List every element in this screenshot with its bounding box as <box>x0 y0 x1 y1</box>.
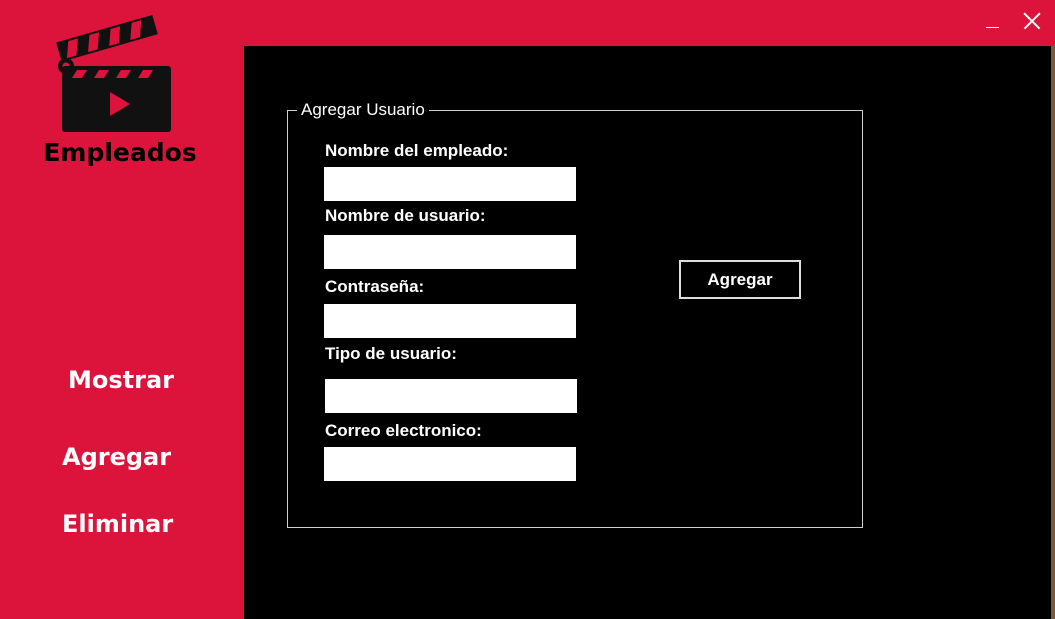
window-controls <box>983 10 1043 32</box>
username-input[interactable] <box>324 235 576 269</box>
groupbox-title: Agregar Usuario <box>297 100 429 120</box>
nav-agregar[interactable]: Agregar <box>62 443 171 471</box>
app-title: Empleados <box>43 138 197 167</box>
sidebar: Empleados Mostrar Agregar Eliminar <box>0 0 244 619</box>
add-button[interactable]: Agregar <box>679 260 801 299</box>
nav-eliminar[interactable]: Eliminar <box>62 510 173 538</box>
nav-mostrar[interactable]: Mostrar <box>68 366 174 394</box>
username-label: Nombre de usuario: <box>325 206 486 225</box>
minimize-icon[interactable] <box>983 10 1005 32</box>
user-type-label: Tipo de usuario: <box>325 344 457 363</box>
user-type-input[interactable] <box>325 379 577 413</box>
main-panel: Agregar Usuario Nombre del empleado: Nom… <box>244 46 1051 619</box>
employee-name-input[interactable] <box>324 167 576 201</box>
email-label: Correo electronico: <box>325 421 482 440</box>
add-user-groupbox: Agregar Usuario Nombre del empleado: Nom… <box>287 100 863 528</box>
password-label: Contraseña: <box>325 277 425 296</box>
window-edge <box>1051 46 1055 619</box>
clapperboard-play-icon <box>56 14 171 132</box>
employee-name-label: Nombre del empleado: <box>325 141 509 160</box>
email-input[interactable] <box>324 447 576 481</box>
close-icon[interactable] <box>1021 10 1043 32</box>
password-input[interactable] <box>324 304 576 338</box>
